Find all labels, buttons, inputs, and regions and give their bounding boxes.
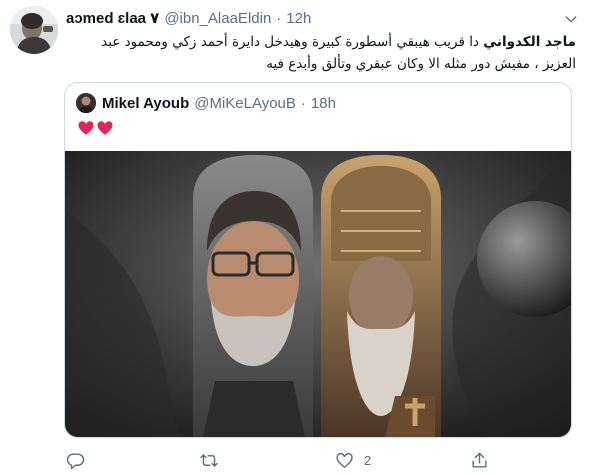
chevron-down-icon[interactable] [563, 11, 579, 27]
like-icon [336, 452, 353, 468]
user-handle[interactable]: @ibn_AlaaEldin [164, 10, 271, 27]
share-button[interactable] [470, 449, 489, 471]
heart-emoji-icon [78, 121, 94, 135]
quoted-user-handle[interactable]: @MiKeLAyouB [194, 95, 296, 112]
quoted-tweet[interactable]: Mikel Ayoub @MiKeLAyouB · 18h [64, 82, 572, 438]
tweet[interactable]: aɔmed ɛlaa ٧ @ibn_AlaaEldin · 12h ماجد ا… [0, 0, 593, 475]
tweet-actions: 2 [0, 449, 593, 471]
retweet-button[interactable] [199, 449, 219, 471]
avatar-image [10, 6, 58, 54]
heart-emoji-icon [97, 121, 113, 135]
quoted-avatar-image [76, 93, 96, 113]
reply-icon [66, 452, 85, 469]
reply-button[interactable] [66, 449, 85, 471]
tweet-text: ماجد الكدواني دا قريب هيبقي أسطورة كبيرة… [66, 31, 576, 75]
quoted-tweet-text [77, 119, 114, 137]
like-button[interactable]: 2 [335, 449, 371, 471]
poster-image[interactable] [65, 151, 571, 438]
display-name[interactable]: aɔmed ɛlaa ٧ [66, 9, 159, 27]
timestamp[interactable]: 12h [286, 10, 311, 27]
like-count: 2 [364, 452, 372, 468]
quoted-timestamp[interactable]: 18h [311, 95, 336, 112]
quoted-separator-dot: · [300, 94, 306, 112]
quoted-tweet-header: Mikel Ayoub @MiKeLAyouB · 18h [76, 93, 336, 113]
quoted-avatar [76, 93, 96, 113]
quoted-display-name[interactable]: Mikel Ayoub [102, 95, 189, 112]
separator-dot: · [276, 9, 282, 27]
tweet-header: aɔmed ɛlaa ٧ @ibn_AlaaEldin · 12h [66, 8, 311, 28]
share-icon [472, 452, 487, 468]
retweet-icon [200, 453, 218, 467]
tweet-text-mention: ماجد الكدواني [483, 34, 576, 50]
avatar[interactable] [10, 6, 58, 54]
